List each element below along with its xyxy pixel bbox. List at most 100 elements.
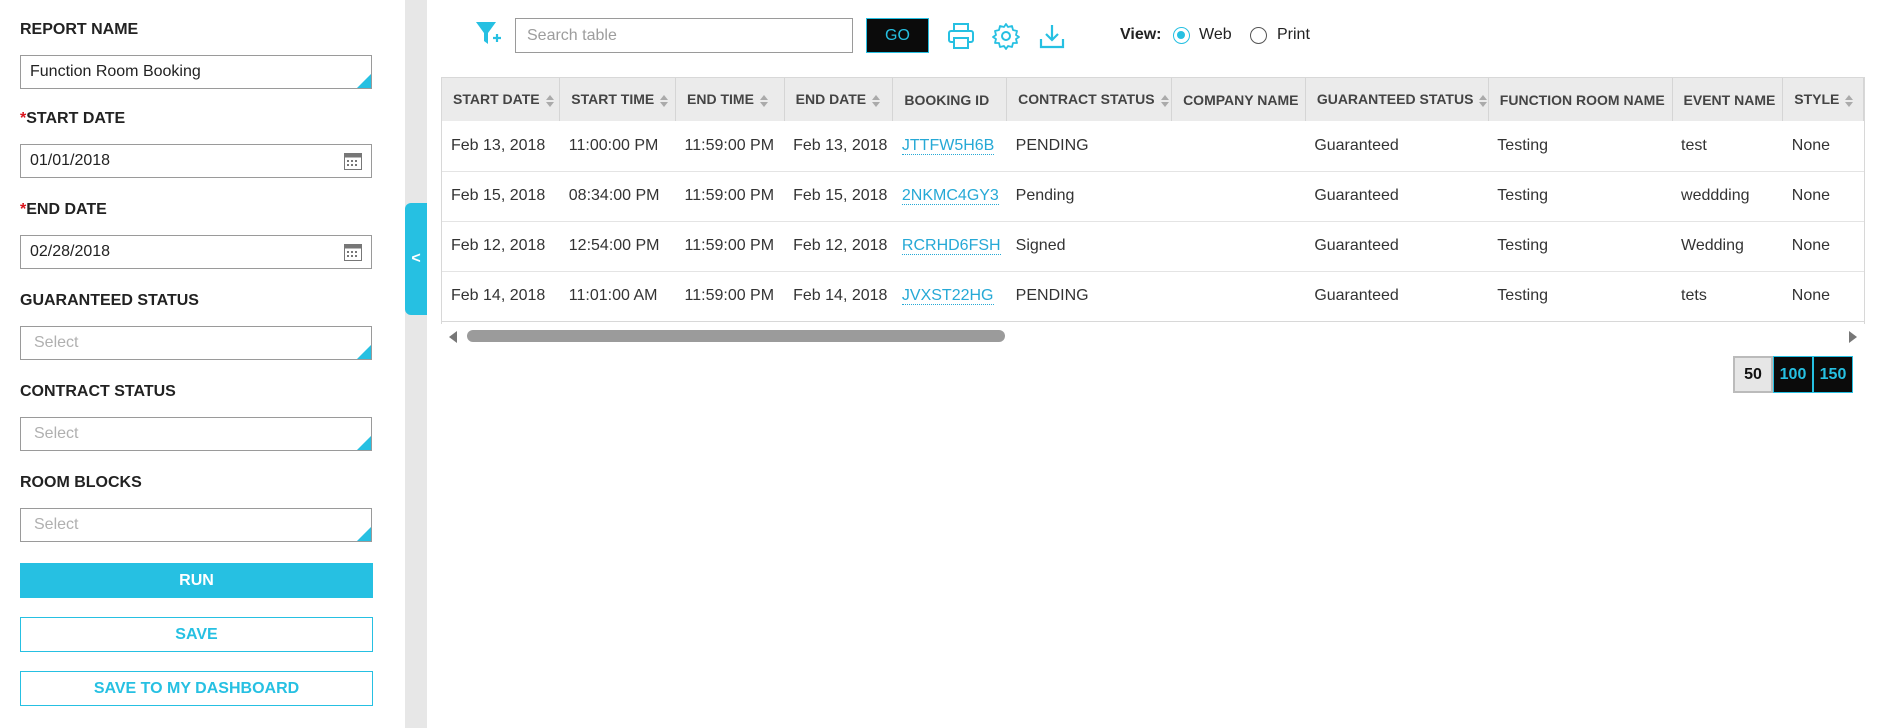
scroll-left-icon[interactable] — [449, 331, 457, 343]
cell-end-date: Feb 15, 2018 — [784, 171, 893, 222]
sort-icon[interactable] — [1160, 94, 1169, 108]
end-date-field[interactable]: 02/28/2018 — [20, 235, 372, 269]
contract-status-placeholder: Select — [34, 425, 79, 442]
col-header-contract-status[interactable]: CONTRACT STATUS — [1006, 78, 1173, 121]
go-button[interactable]: GO — [866, 18, 929, 53]
cell-guaranteed-status: Guaranteed — [1305, 121, 1489, 172]
sort-icon[interactable] — [545, 94, 554, 108]
page-size-100[interactable]: 100 — [1773, 356, 1813, 393]
cell-start-time: 12:54:00 PM — [559, 221, 676, 272]
table-header-row: START DATE START TIME END TIME END DATE … — [442, 78, 1864, 121]
run-button[interactable]: RUN — [20, 563, 373, 598]
col-header-company-name: COMPANY NAME — [1171, 78, 1306, 121]
guaranteed-status-select[interactable]: Select — [20, 326, 372, 360]
sort-icon[interactable] — [1845, 94, 1854, 108]
horizontal-scrollbar[interactable] — [441, 326, 1865, 346]
sidebar-divider — [405, 0, 427, 728]
collapse-sidebar-button[interactable]: < — [405, 203, 427, 315]
scrollbar-thumb[interactable] — [467, 330, 1005, 342]
view-print-radio[interactable] — [1250, 27, 1267, 44]
print-icon[interactable] — [947, 22, 975, 50]
cell-contract-status: Pending — [1006, 171, 1172, 222]
save-to-dashboard-button[interactable]: SAVE TO MY DASHBOARD — [20, 671, 373, 706]
cell-end-time: 11:59:00 PM — [675, 171, 785, 222]
cell-start-date: Feb 13, 2018 — [442, 121, 560, 172]
cell-start-date: Feb 12, 2018 — [442, 221, 560, 272]
search-input[interactable]: Search table — [515, 18, 853, 53]
sort-icon[interactable] — [872, 94, 881, 108]
col-header-event-name: EVENT NAME — [1672, 78, 1784, 121]
report-name-label: REPORT NAME — [20, 21, 139, 38]
cell-event-name: tets — [1672, 271, 1783, 322]
col-header-end-date[interactable]: END DATE — [784, 78, 894, 121]
table-row: Feb 15, 2018 08:34:00 PM 11:59:00 PM Feb… — [442, 171, 1864, 222]
calendar-icon[interactable] — [344, 244, 362, 261]
view-web-radio[interactable] — [1173, 27, 1190, 44]
table-row: Feb 13, 2018 11:00:00 PM 11:59:00 PM Feb… — [442, 121, 1864, 172]
download-icon[interactable] — [1038, 22, 1066, 50]
cell-style: None — [1782, 271, 1864, 322]
view-print-label[interactable]: Print — [1277, 26, 1310, 44]
col-header-start-time[interactable]: START TIME — [559, 78, 677, 121]
cell-contract-status: PENDING — [1006, 121, 1172, 172]
cell-company-name — [1171, 271, 1306, 322]
calendar-icon[interactable] — [344, 153, 362, 170]
cell-end-date: Feb 12, 2018 — [784, 221, 893, 272]
filter-add-icon[interactable] — [474, 20, 502, 50]
booking-id-link[interactable]: RCRHD6FSH — [901, 237, 1001, 255]
cell-start-date: Feb 14, 2018 — [442, 271, 560, 322]
cell-start-time: 11:00:00 PM — [559, 121, 676, 172]
end-date-value: 02/28/2018 — [30, 243, 111, 260]
view-label: View: — [1120, 26, 1162, 43]
room-blocks-label: ROOM BLOCKS — [20, 474, 142, 491]
room-blocks-placeholder: Select — [34, 516, 79, 533]
cell-contract-status: PENDING — [1006, 271, 1172, 322]
cell-start-date: Feb 15, 2018 — [442, 171, 560, 222]
sort-icon[interactable] — [759, 94, 768, 108]
table-row: Feb 14, 2018 11:01:00 AM 11:59:00 PM Feb… — [442, 271, 1864, 322]
guaranteed-status-label: GUARANTEED STATUS — [20, 292, 199, 309]
booking-id-link[interactable]: JTTFW5H6B — [901, 136, 995, 155]
cell-guaranteed-status: Guaranteed — [1305, 221, 1489, 272]
cell-function-room-name: Testing — [1488, 171, 1673, 222]
col-header-guaranteed-status[interactable]: GUARANTEED STATUS — [1305, 78, 1489, 121]
cell-function-room-name: Testing — [1488, 221, 1673, 272]
page-size-150[interactable]: 150 — [1813, 356, 1853, 393]
contract-status-select[interactable]: Select — [20, 417, 372, 451]
col-header-function-room-name: FUNCTION ROOM NAME — [1488, 78, 1673, 121]
cell-event-name: test — [1672, 121, 1783, 172]
col-header-style[interactable]: STYLE — [1782, 78, 1864, 121]
report-name-select[interactable]: Function Room Booking — [20, 55, 372, 89]
settings-gear-icon[interactable] — [992, 22, 1020, 50]
booking-id-link[interactable]: 2NKMC4GY3 — [901, 187, 999, 205]
save-button[interactable]: SAVE — [20, 617, 373, 652]
start-date-label: *START DATE — [20, 110, 126, 127]
page-size-selector: 50 100 150 — [1733, 356, 1853, 393]
cell-booking-id: JTTFW5H6B — [892, 121, 1007, 172]
col-header-end-time[interactable]: END TIME — [675, 78, 785, 121]
table-row: Feb 12, 2018 12:54:00 PM 11:59:00 PM Feb… — [442, 221, 1864, 272]
sort-icon[interactable] — [660, 94, 669, 108]
cell-contract-status: Signed — [1006, 221, 1172, 272]
sort-icon[interactable] — [1479, 94, 1488, 108]
cell-end-date: Feb 13, 2018 — [784, 121, 893, 172]
scroll-right-icon[interactable] — [1849, 331, 1857, 343]
start-date-field[interactable]: 01/01/2018 — [20, 144, 372, 178]
room-blocks-select[interactable]: Select — [20, 508, 372, 542]
page-size-50[interactable]: 50 — [1733, 356, 1773, 393]
col-header-booking-id: BOOKING ID — [892, 78, 1008, 121]
cell-end-time: 11:59:00 PM — [675, 271, 785, 322]
dropdown-corner-icon — [357, 345, 371, 359]
cell-style: None — [1782, 171, 1864, 222]
cell-start-time: 11:01:00 AM — [559, 271, 676, 322]
cell-function-room-name: Testing — [1488, 271, 1673, 322]
cell-style: None — [1782, 221, 1864, 272]
end-date-label: *END DATE — [20, 201, 107, 218]
col-header-start-date[interactable]: START DATE — [442, 78, 561, 121]
cell-booking-id: RCRHD6FSH — [892, 221, 1007, 272]
cell-company-name — [1171, 171, 1306, 222]
cell-event-name: Wedding — [1672, 221, 1783, 272]
booking-id-link[interactable]: JVXST22HG — [901, 287, 994, 305]
cell-style: None — [1782, 121, 1864, 172]
view-web-label[interactable]: Web — [1199, 26, 1232, 44]
